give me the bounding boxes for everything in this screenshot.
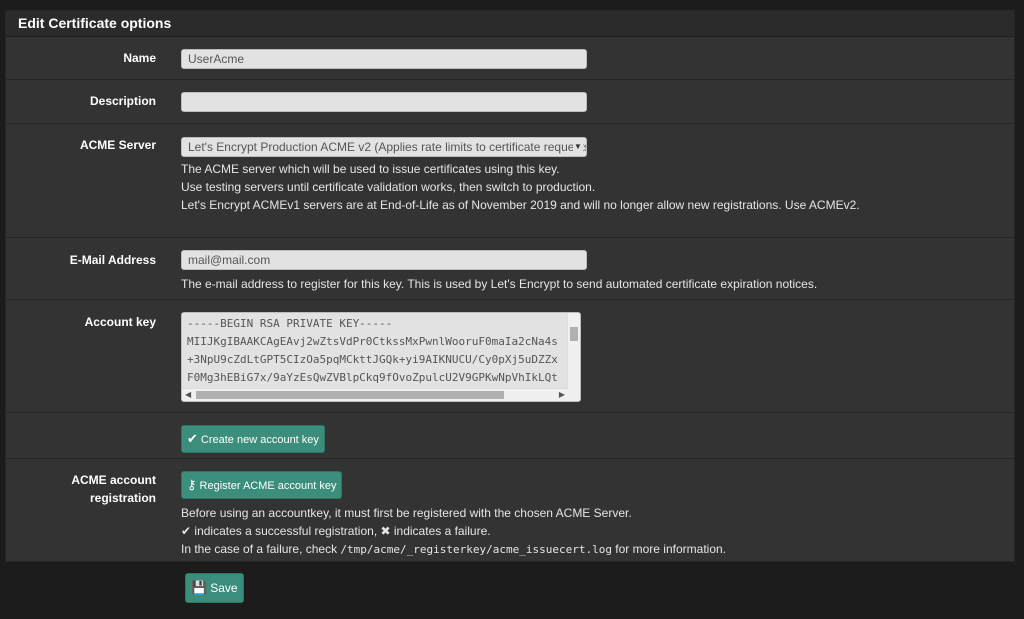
vertical-scrollbar[interactable] <box>567 313 580 389</box>
acme-server-help-line: Use testing servers until certificate va… <box>181 180 596 194</box>
register-account-key-label: Register ACME account key <box>199 480 337 492</box>
account-key-line: +3NpU9cZdLtGPT5CIzOa5pqMCkttJGQk+yi9AIKN… <box>187 353 558 366</box>
name-input[interactable]: UserAcme <box>181 49 587 69</box>
registration-help-line: In the case of a failure, check /tmp/acm… <box>181 540 726 559</box>
acme-server-selected: Let's Encrypt Production ACME v2 (Applie… <box>188 140 587 154</box>
acme-server-help-line: The ACME server which will be used to is… <box>181 162 560 176</box>
log-path: /tmp/acme/_registerkey/acme_issuecert.lo… <box>340 543 612 556</box>
times-icon: ✖ <box>380 524 391 538</box>
name-row: Name UserAcme <box>6 37 1014 80</box>
success-text: indicates a successful registration, <box>191 524 381 538</box>
acme-server-row: ACME Server Let's Encrypt Production ACM… <box>6 124 1014 238</box>
account-key-textarea[interactable]: -----BEGIN RSA PRIVATE KEY----- MIIJKgIB… <box>181 312 581 402</box>
account-key-row: Account key -----BEGIN RSA PRIVATE KEY--… <box>6 300 1014 413</box>
registration-help-line: ✔ indicates a successful registration, ✖… <box>181 522 726 540</box>
acme-server-help: The ACME server which will be used to is… <box>181 160 860 214</box>
key-icon: ⚷ <box>187 477 197 492</box>
description-label: Description <box>89 94 156 108</box>
check-icon: ✔ <box>187 431 198 446</box>
email-row: E-Mail Address mail@mail.com The e-mail … <box>6 238 1014 300</box>
registration-help-line: Before using an accountkey, it must firs… <box>181 506 632 520</box>
save-button[interactable]: 💾 Save <box>185 573 244 603</box>
register-account-key-button[interactable]: ⚷ Register ACME account key <box>181 471 343 499</box>
registration-label-line: registration <box>89 491 156 505</box>
email-label: E-Mail Address <box>69 253 156 267</box>
account-key-line: -----BEGIN RSA PRIVATE KEY----- <box>187 317 393 330</box>
chevron-down-icon: ▼ <box>573 138 583 156</box>
account-key-line: MIIJKgIBAAKCAgEAvj2wZtsVdPr0CtkssMxPwnlW… <box>187 335 558 348</box>
description-input[interactable] <box>181 92 587 112</box>
check-icon: ✔ <box>181 524 192 538</box>
account-key-label: Account key <box>84 315 156 329</box>
account-key-line: F0Mg3hEBiG7x/9aYzEsQwZVBlpCkq9fOvoZpulcU… <box>187 371 558 384</box>
name-label: Name <box>123 51 156 65</box>
resize-handle[interactable] <box>568 389 580 401</box>
certificate-options-panel: Edit Certificate options Name UserAcme D… <box>5 10 1015 562</box>
email-help: The e-mail address to register for this … <box>181 277 818 291</box>
log-hint-post: for more information. <box>611 542 726 556</box>
panel-title: Edit Certificate options <box>6 11 1014 37</box>
acme-server-label: ACME Server <box>79 138 156 152</box>
registration-label-line: ACME account <box>71 473 156 487</box>
create-account-key-label: Create new account key <box>200 434 319 446</box>
acme-server-select[interactable]: Let's Encrypt Production ACME v2 (Applie… <box>181 137 587 157</box>
create-account-key-button[interactable]: ✔ Create new account key <box>181 425 325 453</box>
log-hint-pre: In the case of a failure, check <box>181 542 341 556</box>
registration-row: ACME account registration ⚷ Register ACME… <box>6 459 1014 561</box>
save-label: Save <box>210 581 238 595</box>
registration-help: Before using an accountkey, it must firs… <box>181 504 726 559</box>
acme-server-help-line: Let's Encrypt ACMEv1 servers are at End-… <box>181 198 860 212</box>
description-row: Description <box>6 80 1014 124</box>
save-icon: 💾 <box>191 580 208 595</box>
registration-label: ACME account registration <box>6 471 156 507</box>
failure-text: indicates a failure. <box>390 524 491 538</box>
email-input[interactable]: mail@mail.com <box>181 250 587 270</box>
horizontal-scrollbar[interactable]: ◀ ▶ <box>182 388 568 401</box>
create-key-row: ✔ Create new account key <box>6 413 1014 459</box>
